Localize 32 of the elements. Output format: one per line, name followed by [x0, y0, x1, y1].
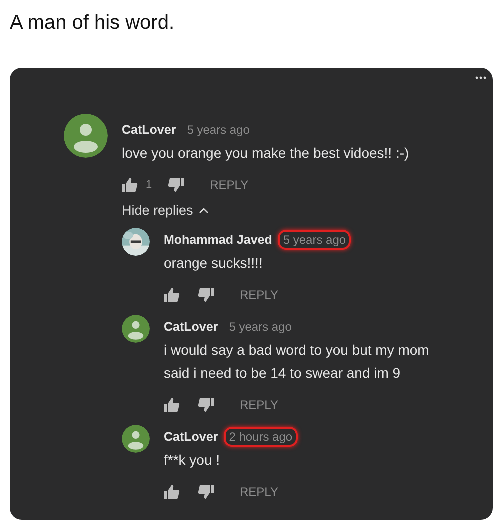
thumbs-up-icon[interactable] — [164, 484, 180, 500]
hide-replies-button[interactable]: Hide replies — [122, 203, 410, 218]
post-caption: A man of his word. — [9, 11, 176, 36]
avatar-icon — [64, 114, 108, 158]
chevron-icon — [199, 208, 210, 214]
more-icon[interactable] — [475, 76, 487, 80]
timestamp: 2 hours ago — [224, 427, 298, 447]
thumbs-up-icon[interactable] — [122, 177, 138, 193]
timestamp: 5 years ago — [278, 230, 352, 250]
reply-button[interactable]: REPLY — [240, 485, 278, 499]
author-name[interactable]: CatLover — [164, 320, 218, 334]
timestamp: 5 years ago — [186, 122, 251, 139]
thumbs-down-icon[interactable] — [168, 177, 184, 193]
author-name[interactable]: CatLover — [164, 430, 218, 444]
author-name[interactable]: Mohammad Javed — [164, 233, 272, 247]
comment-text: f**k you ! — [164, 451, 222, 470]
comment-text: i would say a bad word to you but my mom said i need to be 14 to swear and im 9 — [164, 341, 430, 383]
author-name[interactable]: CatLover — [122, 123, 176, 137]
comment-text: orange sucks!!!! — [164, 254, 264, 273]
comment-text: love you orange you make the best vidoes!! :-) — [122, 144, 410, 163]
thumbs-down-icon[interactable] — [198, 397, 214, 413]
timestamp: 5 years ago — [228, 319, 293, 336]
reply-button[interactable]: REPLY — [210, 178, 249, 192]
thumbs-down-icon[interactable] — [198, 287, 214, 303]
like-count: 1 — [146, 179, 152, 191]
thumbs-up-icon[interactable] — [164, 397, 180, 413]
reply-button[interactable]: REPLY — [240, 398, 278, 412]
reply-button[interactable]: REPLY — [240, 288, 278, 302]
thumbs-down-icon[interactable] — [198, 484, 214, 500]
thumbs-up-icon[interactable] — [164, 287, 180, 303]
avatar-icon — [122, 315, 150, 343]
avatar-icon — [122, 425, 150, 453]
